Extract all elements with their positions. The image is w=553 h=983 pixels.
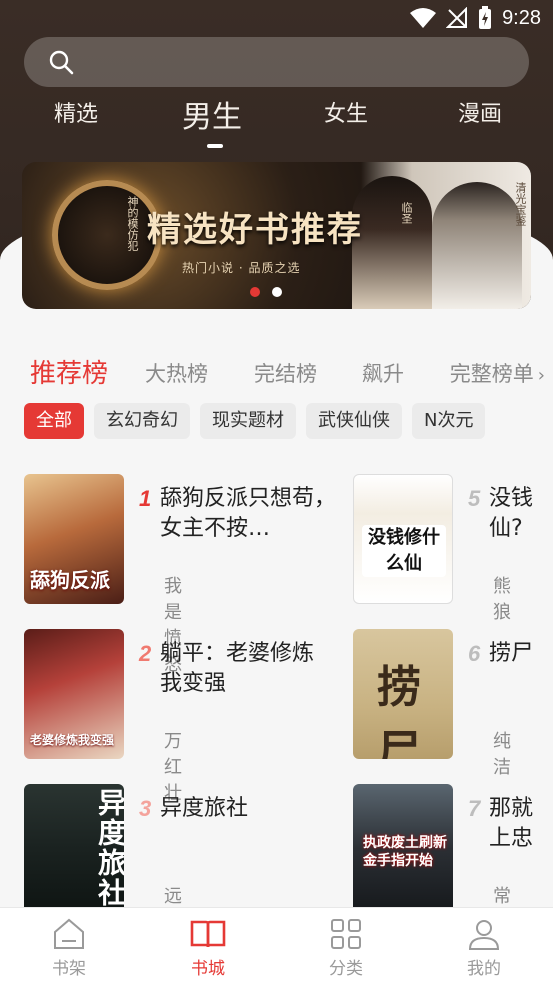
book-author-6: 纯洁 xyxy=(493,731,511,778)
rank-tab-rising[interactable]: 飙升 xyxy=(362,358,404,388)
genre-chips: 全部 玄幻奇幻 现实题材 武侠仙侠 N次元 xyxy=(24,403,486,439)
status-bar: 9:28 xyxy=(0,0,553,36)
top-tab-bar: 精选 男生 女生 漫画 xyxy=(0,96,553,156)
status-time: 9:28 xyxy=(502,6,541,29)
nav-bookstore[interactable]: 书城 xyxy=(168,916,248,979)
full-ranking-label: 完整榜单 xyxy=(449,362,534,386)
user-icon xyxy=(468,920,500,950)
nav-label-profile: 我的 xyxy=(467,959,501,979)
search-bar[interactable] xyxy=(24,37,529,87)
banner-side-text-left: 神的模仿犯 xyxy=(126,196,139,251)
tab-featured[interactable]: 精选 xyxy=(54,96,98,128)
chip-realistic[interactable]: 现实题材 xyxy=(200,403,296,439)
open-book-icon xyxy=(190,920,226,948)
nav-label-bookshelf: 书架 xyxy=(52,959,86,979)
rank-tab-recommended[interactable]: 推荐榜 xyxy=(30,353,108,390)
rank-number-1: 1 xyxy=(139,486,152,511)
banner-figure-2 xyxy=(432,182,522,309)
cover-text-2: 老婆修炼我变强 xyxy=(30,733,115,747)
banner-side-text-right: 清光宝鉴 xyxy=(514,182,527,226)
tab-female[interactable]: 女生 xyxy=(324,96,368,128)
book-cover-7: 执政废土刷新金手指开始 xyxy=(353,784,453,914)
rank-tab-hot[interactable]: 大热榜 xyxy=(145,358,208,388)
book-title-1: 舔狗反派只想苟，女主不按… xyxy=(160,486,337,541)
battery-charging-icon xyxy=(479,6,492,29)
pagination-dot[interactable] xyxy=(272,287,282,297)
chip-n-dimension[interactable]: N次元 xyxy=(412,403,486,439)
banner-pagination xyxy=(250,287,282,297)
bottom-nav: 书架 书城 分类 我的 xyxy=(0,907,553,983)
book-cover-1: 舔狗反派 xyxy=(24,474,124,604)
book-title-5: 没钱仙? xyxy=(489,486,534,541)
cover-text-3: 异度旅社 xyxy=(94,788,124,908)
book-title-7: 那就上忠 xyxy=(489,796,534,851)
rank-number-3: 3 xyxy=(139,796,152,821)
nav-label-category: 分类 xyxy=(329,959,363,979)
book-title-3: 异度旅社 xyxy=(160,796,249,821)
banner-side-text-mid: 临圣 xyxy=(400,202,413,224)
no-signal-icon xyxy=(446,7,468,28)
tab-comics[interactable]: 漫画 xyxy=(458,96,502,128)
cover-text-7: 执政废土刷新金手指开始 xyxy=(363,835,447,869)
book-cover-5: 没钱修什么仙 xyxy=(353,474,453,604)
chip-wuxia[interactable]: 武侠仙侠 xyxy=(306,403,402,439)
rank-tab-bar: 推荐榜 大热榜 完结榜 飙升 完整榜单 › xyxy=(0,350,553,394)
grid-icon xyxy=(331,919,361,949)
banner-subtitle: 热门小说 · 品质之选 xyxy=(182,261,301,275)
nav-profile[interactable]: 我的 xyxy=(444,916,524,979)
book-title-2: 躺平：老婆修炼我变强 xyxy=(160,641,315,696)
banner-title: 精选好书推荐 xyxy=(147,210,363,250)
tab-male[interactable]: 男生 xyxy=(182,92,242,136)
cover-text-6: 捞尸 xyxy=(377,662,421,759)
chip-fantasy[interactable]: 玄幻奇幻 xyxy=(94,403,190,439)
cover-text-5: 没钱修什么仙 xyxy=(362,525,446,577)
rank-number-7: 7 xyxy=(468,796,481,821)
nav-category[interactable]: 分类 xyxy=(306,916,386,979)
chevron-right-icon: › xyxy=(537,365,545,386)
book-cover-2: 老婆修炼我变强 xyxy=(24,629,124,759)
nav-label-bookstore: 书城 xyxy=(191,959,225,979)
book-author-5: 熊狼 xyxy=(493,576,511,623)
chip-all[interactable]: 全部 xyxy=(24,403,84,439)
rank-number-2: 2 xyxy=(139,641,152,666)
wifi-icon xyxy=(410,8,437,28)
pagination-dot-active[interactable] xyxy=(250,287,260,297)
active-tab-indicator xyxy=(207,144,223,148)
bookshelf-icon xyxy=(54,918,84,949)
banner-figure-1 xyxy=(352,176,432,309)
cover-text-1: 舔狗反派 xyxy=(30,568,110,592)
book-title-6: 捞尸 xyxy=(489,641,534,666)
banner-clock-art xyxy=(52,180,162,290)
full-ranking-link[interactable]: 完整榜单 › xyxy=(435,358,545,388)
rank-tab-completed[interactable]: 完结榜 xyxy=(254,358,317,388)
search-icon xyxy=(49,50,74,75)
book-cover-6: 捞尸 xyxy=(353,629,453,759)
rank-number-5: 5 xyxy=(468,486,481,511)
nav-bookshelf[interactable]: 书架 xyxy=(29,916,109,979)
book-cover-3: 异度旅社 xyxy=(24,784,124,914)
rank-number-6: 6 xyxy=(468,641,481,666)
